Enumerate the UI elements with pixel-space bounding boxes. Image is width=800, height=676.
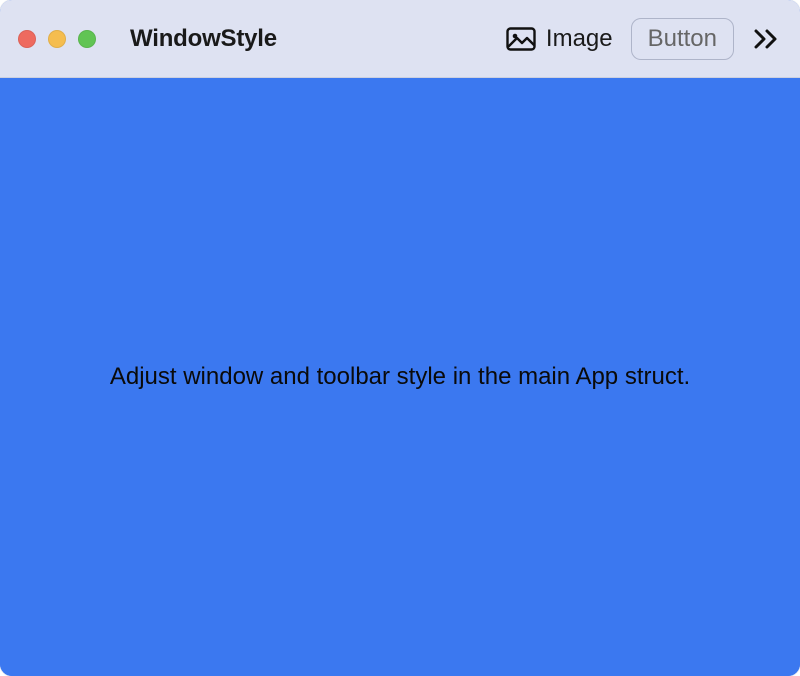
zoom-button[interactable]: [78, 30, 96, 48]
content-area: Adjust window and toolbar style in the m…: [0, 78, 800, 676]
chevron-double-right-icon: [752, 27, 780, 51]
image-icon: [506, 27, 536, 51]
window-title: WindowStyle: [130, 25, 277, 53]
toolbar-button[interactable]: Button: [631, 18, 734, 60]
minimize-button[interactable]: [48, 30, 66, 48]
toolbar-image-item[interactable]: Image: [500, 21, 619, 57]
traffic-lights: [18, 30, 96, 48]
window: WindowStyle Image Button Adjus: [0, 0, 800, 676]
content-text: Adjust window and toolbar style in the m…: [70, 363, 730, 391]
close-button[interactable]: [18, 30, 36, 48]
toolbar-image-label: Image: [546, 25, 613, 53]
toolbar-overflow-button[interactable]: [746, 27, 782, 51]
titlebar-toolbar: WindowStyle Image Button: [0, 0, 800, 78]
